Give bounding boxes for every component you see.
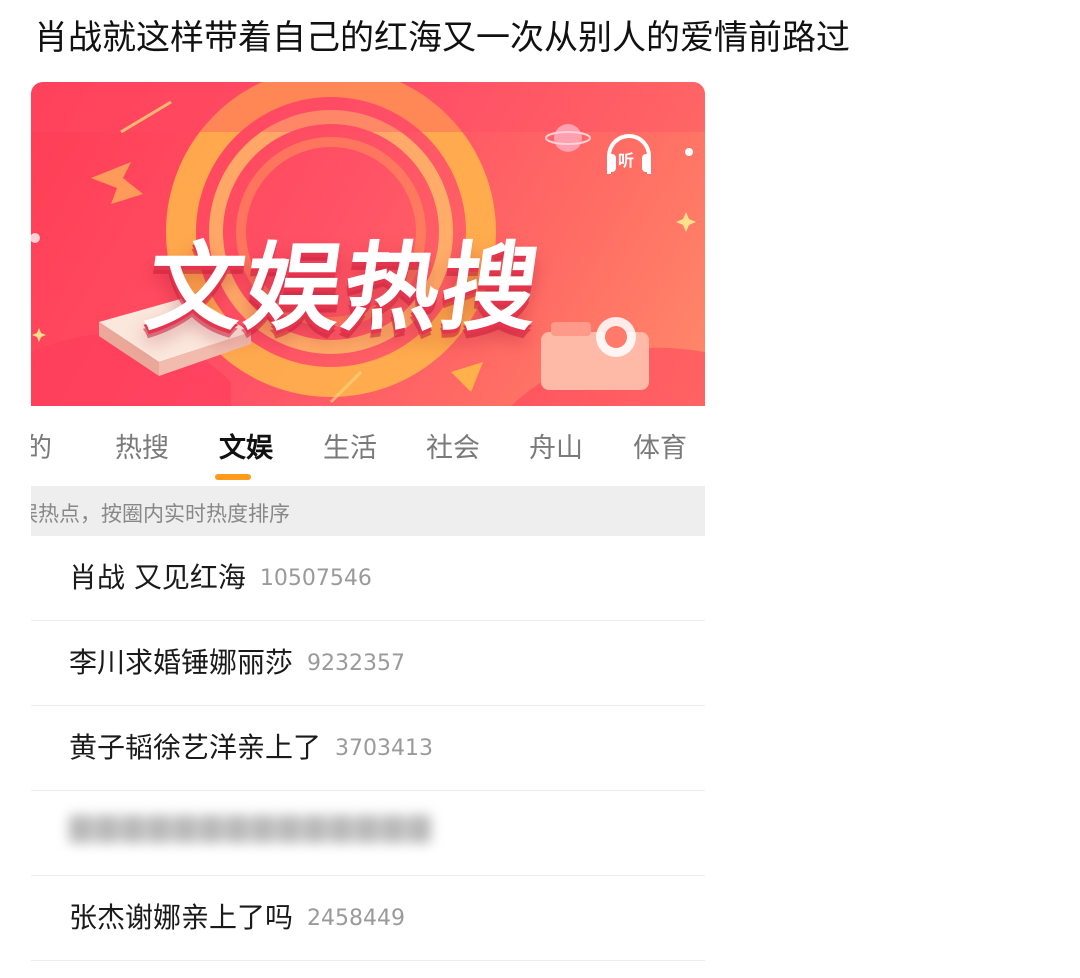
list-item-title: 肖战 又见红海 [69, 561, 246, 594]
banner: 文娱热搜 听 [31, 82, 705, 406]
headphone-right-ear [642, 154, 651, 172]
list-item-heat: 10507546 [259, 566, 372, 591]
tab-life[interactable]: 生活 [323, 426, 377, 465]
list-item-heat: 2458449 [307, 906, 405, 931]
list-item[interactable]: 黄子韬徐艺洋亲上了 3703413 [31, 706, 705, 791]
tab-entertainment[interactable]: 文娱 [219, 426, 273, 465]
screenshot-image: 文娱热搜 听 的 热搜 文娱 生活 社会 舟山 体育 娱热点，按圈内实时热度排序… [31, 82, 705, 978]
tab-sports[interactable]: 体育 [633, 426, 687, 465]
list-item-title: 黄子韬徐艺洋亲上了 [69, 731, 322, 764]
tab-hot-search[interactable]: 热搜 [115, 426, 169, 465]
tab-mine[interactable]: 的 [31, 426, 52, 465]
blurred-text [69, 815, 439, 851]
list-item[interactable]: 张杰谢娜亲上了吗 2458449 [31, 876, 705, 961]
list-item-title: 李川求婚锤娜丽莎 [69, 646, 294, 679]
tab-zhoushan[interactable]: 舟山 [529, 426, 583, 465]
active-tab-indicator [215, 474, 251, 480]
listen-label: 听 [618, 151, 635, 170]
list-item[interactable]: 李川求婚锤娜丽莎 9232357 [31, 621, 705, 706]
list-item-heat: 3703413 [335, 736, 433, 761]
list-item-title: 张杰谢娜亲上了吗 [69, 901, 294, 934]
listen-button[interactable]: 听 [607, 134, 659, 176]
ranking-notice-text: 娱热点，按圈内实时热度排序 [31, 502, 290, 526]
list-item-blurred[interactable] [31, 791, 705, 876]
headphone-left-ear [607, 154, 616, 172]
category-tabs: 的 热搜 文娱 生活 社会 舟山 体育 [31, 406, 705, 486]
ranking-notice: 娱热点，按圈内实时热度排序 [31, 486, 705, 536]
post-title: 肖战就这样带着自己的红海又一次从别人的爱情前路过 [34, 18, 850, 58]
banner-title: 文娱热搜 [139, 232, 548, 344]
list-item[interactable]: 肖战 又见红海 10507546 [31, 536, 705, 621]
tab-society[interactable]: 社会 [426, 426, 480, 465]
list-item-heat: 9232357 [307, 651, 405, 676]
